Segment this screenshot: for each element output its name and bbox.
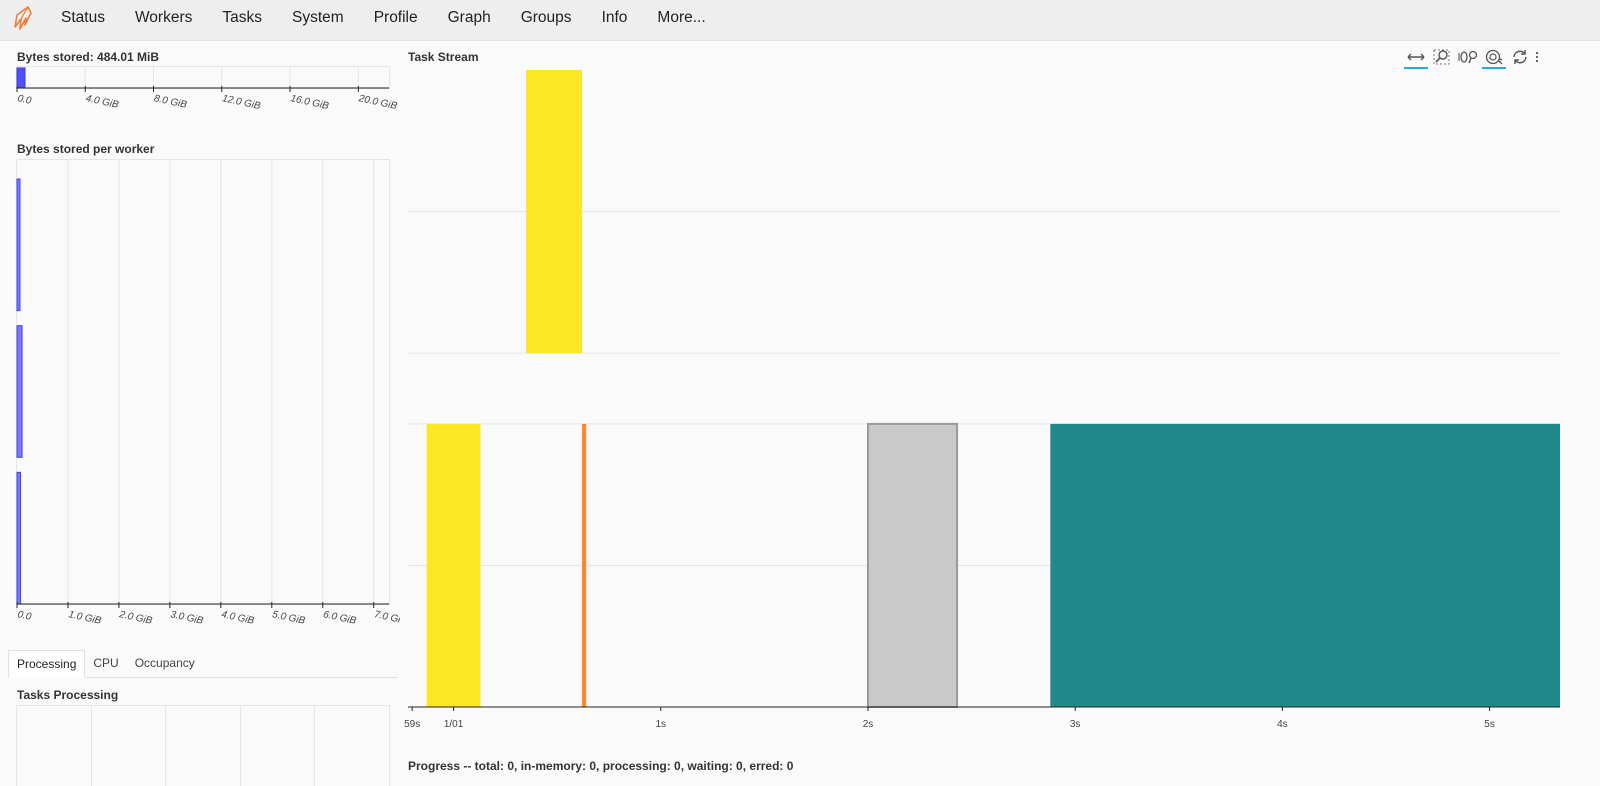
nav-status[interactable]: Status [46,0,120,40]
bytes-stored-title: Bytes stored: 484.01 MiB [17,50,160,64]
nav-items: Status Workers Tasks System Profile Grap… [46,0,721,40]
nav-workers[interactable]: Workers [120,0,207,40]
x-tick-label: 59s [404,719,420,730]
x-tick-label: 1.0 GiB [67,609,102,627]
x-tick-label: 20.0 GiB [357,93,399,112]
plot-frame [16,66,390,89]
worker-bytes-bar [16,325,23,458]
x-tick-label: 2.0 GiB [117,609,153,627]
worker-bytes-bar [16,178,21,312]
box-zoom-icon[interactable] [1429,47,1455,67]
tab-cpu[interactable]: CPU [85,650,126,677]
tasks-processing-title: Tasks Processing [17,688,119,702]
x-tick-label: 1/01 [444,719,464,730]
task-rect [526,70,583,354]
tab-occupancy[interactable]: Occupancy [127,650,203,677]
task-stream-toolbar [1403,46,1543,69]
task-stream-title: Task Stream [408,50,479,64]
worker-bytes-bar [16,471,22,605]
reset-icon[interactable] [1507,47,1533,67]
x-tick-label: 16.0 GiB [289,93,330,112]
nav-groups[interactable]: Groups [506,0,587,40]
x-tick-label: 12.0 GiB [221,93,262,112]
x-tick-label: 3s [1070,719,1081,730]
x-tick-label: 8.0 GiB [153,93,188,111]
worker-tabs: Processing CPU Occupancy [8,650,398,678]
x-tick-label: 4s [1277,719,1288,730]
nav-system[interactable]: System [277,0,359,40]
task-stream-chart[interactable]: 59s 1/01 1s 2s 3s 4s 5s [400,66,1600,736]
x-tick-label: 2s [863,719,874,730]
tasks-processing-chart[interactable] [16,705,391,786]
task-rect [866,422,959,708]
x-tick-label: 0.0 [16,609,32,623]
nav-profile[interactable]: Profile [359,0,433,40]
bytes-stored-bar [16,67,26,89]
progress-summary: Progress -- total: 0, in-memory: 0, proc… [408,759,794,773]
task-rect [1050,423,1560,707]
x-tick-label: 5s [1484,719,1495,730]
nav-graph[interactable]: Graph [433,0,506,40]
bytes-stored-chart[interactable]: 0.0 4.0 GiB 8.0 GiB 12.0 GiB 16.0 GiB 20.0 Gi… [0,66,400,122]
task-rect [426,423,481,707]
x-tick-label: 5.0 GiB [271,609,306,627]
plot-frame [16,159,390,605]
bytes-per-worker-chart[interactable]: 0.0 1.0 GiB 2.0 GiB 3.0 GiB 4.0 GiB 5.0 GiB 6.… [0,159,400,637]
nav-info[interactable]: Info [587,0,643,40]
dask-logo-icon[interactable] [11,5,35,33]
x-tick-label: 3.0 GiB [169,609,204,627]
x-tick-label: 4.0 GiB [85,93,120,111]
x-tick-label: 4.0 GiB [220,609,255,627]
nav-tasks[interactable]: Tasks [207,0,277,40]
top-nav: Status Workers Tasks System Profile Grap… [0,0,1600,41]
wheel-zoom-icon[interactable] [1455,47,1481,67]
tab-processing[interactable]: Processing [8,650,86,678]
x-tick-label: 1s [655,719,666,730]
task-rect [582,423,587,707]
bytes-per-worker-title: Bytes stored per worker [17,142,155,156]
x-tick-label: 6.0 GiB [322,609,357,627]
more-icon[interactable] [1533,47,1543,67]
x-tick-label: 7.0 GiB [373,609,400,627]
x-tick-label: 0.0 [16,93,32,107]
nav-more[interactable]: More... [642,0,720,40]
pan-icon[interactable] [1403,47,1429,69]
hover-icon[interactable] [1481,47,1507,69]
